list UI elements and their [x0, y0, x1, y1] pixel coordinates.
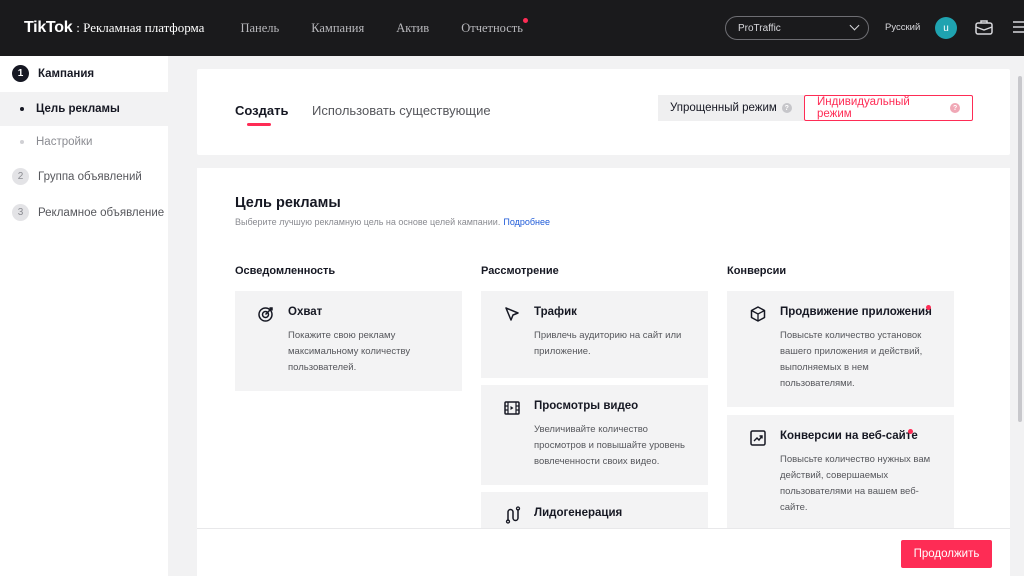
account-selector[interactable]: ProTraffic [725, 16, 869, 40]
reach-icon [258, 307, 273, 322]
scrollbar-thumb[interactable] [1018, 76, 1022, 422]
campaign-mode-card: Создать Использовать существующие Упроще… [197, 69, 1010, 155]
continue-button[interactable]: Продолжить [901, 540, 992, 568]
step-number: 1 [12, 65, 29, 82]
description-text: Выберите лучшую рекламную цель на основе… [235, 217, 501, 227]
objective-card: Цель рекламы Выберите лучшую рекламную ц… [197, 168, 1010, 576]
objective-description: Покажите свою рекламу максимальному коли… [288, 330, 411, 373]
objective-description: Увеличивайте количество просмотров и пов… [534, 424, 685, 467]
top-navigation-bar: TikTok : Рекламная платформа Панель Камп… [0, 0, 1024, 56]
objective-video-views[interactable]: Просмотры видео Увеличивайте количество … [481, 385, 708, 485]
nav-reporting-label: Отчетность [461, 20, 523, 35]
help-icon[interactable]: ? [781, 103, 792, 113]
simplified-mode-button[interactable]: Упрощенный режим ? [658, 95, 804, 121]
logo-subtitle: : Рекламная платформа [76, 20, 205, 35]
chevron-down-icon [849, 20, 860, 31]
tab-use-existing[interactable]: Использовать существующие [312, 103, 491, 118]
briefcase-icon[interactable] [973, 16, 995, 38]
step-label: Рекламное объявление [38, 206, 165, 219]
help-icon[interactable]: ? [950, 103, 960, 113]
step-ad-group[interactable]: 2 Группа объявлений [12, 168, 142, 185]
step-label: Группа объявлений [38, 170, 142, 183]
logo-brand: TikTok [24, 19, 73, 36]
avatar[interactable]: u [935, 17, 957, 39]
objective-title: Просмотры видео [534, 400, 639, 412]
column-heading-conversions: Конверсии [727, 265, 787, 277]
step-number: 3 [12, 204, 29, 221]
bullet [20, 140, 24, 144]
nav-dashboard[interactable]: Панель [240, 21, 279, 36]
nav-assets[interactable]: Актив [396, 21, 429, 36]
substep-objective[interactable]: Цель рекламы [0, 92, 168, 126]
section-title: Цель рекламы [235, 195, 341, 211]
tiktok-ads-logo[interactable]: TikTok : Рекламная платформа [24, 19, 204, 37]
step-campaign[interactable]: 1 Кампания [12, 65, 94, 82]
objective-title: Продвижение приложения [780, 306, 932, 318]
objective-title: Охват [288, 306, 323, 318]
bottom-action-bar: Продолжить [197, 528, 1010, 576]
step-label: Кампания [38, 67, 95, 80]
nav-reporting[interactable]: Отчетность [461, 17, 528, 36]
substep-label: Цель рекламы [36, 103, 120, 115]
section-description: Выберите лучшую рекламную цель на основе… [235, 217, 550, 227]
language-switcher[interactable]: Русский [885, 22, 920, 33]
menu-icon[interactable] [1010, 16, 1024, 38]
notification-dot [522, 17, 528, 23]
sidebar: 1 Кампания Цель рекламы Настройки 2 Груп… [0, 56, 168, 576]
objective-traffic[interactable]: Трафик Привлечь аудиторию на сайт или пр… [481, 291, 708, 378]
new-indicator-dot [926, 305, 931, 310]
objective-title: Трафик [534, 306, 577, 318]
column-heading-consideration: Рассмотрение [481, 265, 559, 277]
new-indicator-dot [908, 429, 913, 434]
objective-website-conversions[interactable]: Конверсии на веб-сайте Повысьте количест… [727, 415, 954, 531]
learn-more-link[interactable]: Подробнее [503, 217, 550, 227]
account-name: ProTraffic [738, 22, 781, 34]
objective-description: Повысьте количество нужных вам действий,… [780, 454, 931, 513]
cube-icon [750, 306, 766, 322]
bullet [20, 107, 24, 111]
film-icon [504, 401, 520, 415]
objective-description: Повысьте количество установок вашего при… [780, 330, 923, 389]
objective-reach[interactable]: Охват Покажите свою рекламу максимальном… [235, 291, 462, 391]
lead-icon [505, 506, 521, 524]
objective-app-promotion[interactable]: Продвижение приложения Повысьте количест… [727, 291, 954, 407]
custom-mode-button[interactable]: Индивидуальный режим ? [804, 95, 973, 121]
custom-mode-label: Индивидуальный режим [817, 96, 910, 120]
main-nav: Панель Кампания Актив Отчетность [240, 17, 555, 36]
cursor-icon [505, 307, 519, 321]
step-ad[interactable]: 3 Рекламное объявление [12, 204, 164, 221]
column-heading-awareness: Осведомленность [235, 265, 336, 277]
active-tab-indicator [247, 123, 271, 126]
objective-description: Привлечь аудиторию на сайт или приложени… [534, 330, 682, 357]
trend-icon [750, 430, 766, 446]
tab-create[interactable]: Создать [235, 103, 288, 118]
substep-label: Настройки [36, 136, 93, 148]
step-number: 2 [12, 168, 29, 185]
nav-campaign[interactable]: Кампания [311, 21, 364, 36]
substep-settings[interactable]: Настройки [0, 125, 168, 159]
objective-title: Конверсии на веб-сайте [780, 430, 918, 442]
simplified-mode-label: Упрощенный режим [670, 102, 777, 114]
objective-title: Лидогенерация [534, 507, 623, 519]
